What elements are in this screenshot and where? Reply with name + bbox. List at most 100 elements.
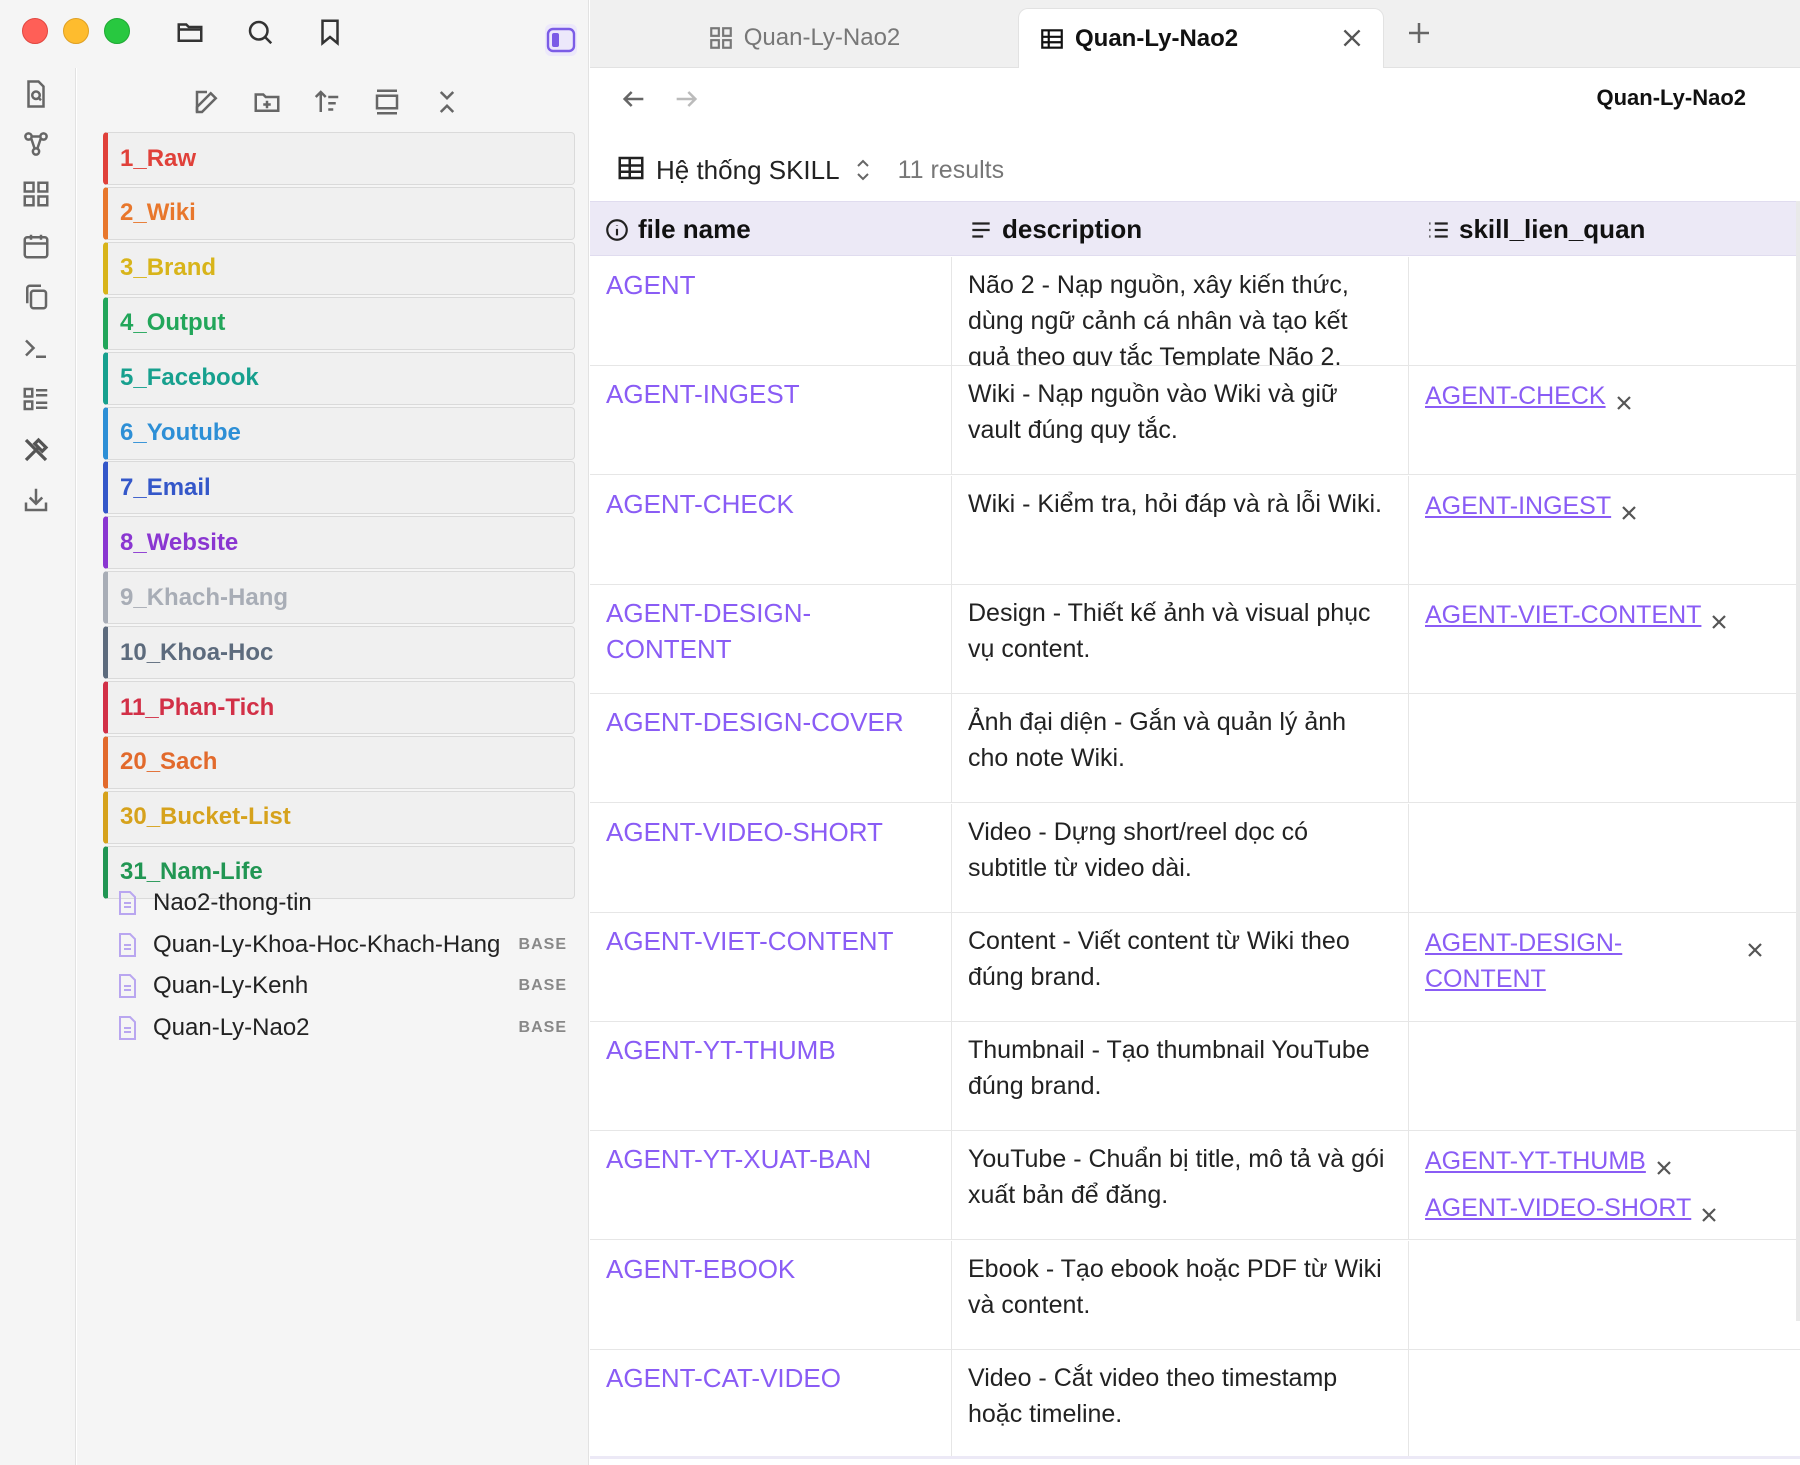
description-cell[interactable]: Ảnh đại diện - Gắn và quản lý ảnh cho no… bbox=[952, 694, 1409, 804]
skill-cell[interactable]: AGENT-INGEST bbox=[1409, 476, 1800, 585]
search-icon[interactable] bbox=[242, 14, 278, 50]
calendar-icon[interactable] bbox=[18, 228, 54, 264]
note-item[interactable]: Quan-Ly-Kenh BASE bbox=[115, 966, 575, 1006]
folder-item[interactable]: 1_Raw bbox=[103, 132, 575, 185]
import-icon[interactable] bbox=[18, 482, 54, 518]
skill-cell[interactable] bbox=[1409, 694, 1800, 803]
description-cell[interactable]: Não 2 - Nạp nguồn, xây kiến thức, dùng n… bbox=[952, 257, 1409, 366]
file-name-link[interactable]: AGENT-VIET-CONTENT bbox=[606, 923, 935, 959]
remove-skill-icon[interactable] bbox=[1614, 387, 1634, 411]
description-cell[interactable]: Wiki - Kiểm tra, hỏi đáp và rà lỗi Wiki. bbox=[952, 475, 1409, 585]
skill-cell[interactable] bbox=[1409, 1350, 1800, 1459]
skill-link[interactable]: AGENT-VIET-CONTENT bbox=[1425, 597, 1701, 633]
file-name-link[interactable]: AGENT-CAT-VIDEO bbox=[606, 1360, 935, 1396]
column-header-description[interactable]: description bbox=[968, 202, 1142, 257]
list-icon[interactable] bbox=[18, 381, 54, 417]
file-name-cell[interactable]: AGENT-DESIGN-COVER bbox=[590, 694, 952, 804]
file-search-icon[interactable] bbox=[18, 76, 54, 112]
column-header-file-name[interactable]: file name bbox=[604, 202, 751, 257]
skill-link[interactable]: AGENT-CHECK bbox=[1425, 378, 1606, 414]
remove-skill-icon[interactable] bbox=[1745, 934, 1765, 957]
minimize-window-button[interactable] bbox=[63, 18, 89, 44]
file-name-cell[interactable]: AGENT-DESIGN-CONTENT bbox=[590, 584, 952, 694]
folder-item[interactable]: 5_Facebook bbox=[103, 351, 575, 405]
remove-skill-icon[interactable] bbox=[1619, 497, 1639, 520]
zoom-window-button[interactable] bbox=[104, 18, 130, 44]
new-note-icon[interactable] bbox=[189, 84, 225, 120]
collapse-all-icon[interactable] bbox=[429, 84, 465, 120]
column-header-skill-lien-quan[interactable]: skill_lien_quan bbox=[1425, 202, 1645, 257]
note-item[interactable]: Nao2-thong-tin bbox=[115, 883, 575, 923]
graph-view-icon[interactable] bbox=[18, 126, 54, 162]
file-name-cell[interactable]: AGENT bbox=[590, 257, 952, 366]
file-name-cell[interactable]: AGENT-YT-XUAT-BAN bbox=[590, 1131, 952, 1241]
scrollbar[interactable] bbox=[1796, 201, 1800, 1321]
sidebar-toggle-icon[interactable] bbox=[545, 24, 577, 56]
tab-quan-ly-nao2-inactive[interactable]: Quan-Ly-Nao2 bbox=[590, 8, 1018, 68]
file-name-link[interactable]: AGENT-EBOOK bbox=[606, 1251, 935, 1287]
skill-cell[interactable] bbox=[1409, 1022, 1800, 1131]
file-name-cell[interactable]: AGENT-VIET-CONTENT bbox=[590, 912, 952, 1022]
skill-cell[interactable] bbox=[1409, 804, 1800, 913]
file-name-cell[interactable]: AGENT-VIDEO-SHORT bbox=[590, 803, 952, 913]
description-cell[interactable]: Thumbnail - Tạo thumbnail YouTube đúng b… bbox=[952, 1022, 1409, 1132]
description-cell[interactable]: Design - Thiết kế ảnh và visual phục vụ … bbox=[952, 584, 1409, 694]
bookmark-icon[interactable] bbox=[312, 14, 348, 50]
description-cell[interactable]: Wiki - Nạp nguồn vào Wiki và giữ vault đ… bbox=[952, 366, 1409, 476]
new-folder-icon[interactable] bbox=[249, 84, 285, 120]
folder-item[interactable]: 20_Sach bbox=[103, 735, 575, 789]
remove-skill-icon[interactable] bbox=[1709, 606, 1729, 629]
tab-quan-ly-nao2-active[interactable]: Quan-Ly-Nao2 bbox=[1018, 8, 1384, 68]
close-tab-icon[interactable] bbox=[1339, 25, 1365, 51]
close-window-button[interactable] bbox=[22, 18, 48, 44]
description-cell[interactable]: Ebook - Tạo ebook hoặc PDF từ Wiki và co… bbox=[952, 1240, 1409, 1350]
remove-skill-icon[interactable] bbox=[1699, 1199, 1719, 1223]
note-item[interactable]: Quan-Ly-Khoa-Hoc-Khach-Hang BASE bbox=[115, 925, 575, 965]
folder-item[interactable]: 10_Khoa-Hoc bbox=[103, 626, 575, 680]
folder-item[interactable]: 11_Phan-Tich bbox=[103, 681, 575, 734]
skill-cell[interactable]: AGENT-YT-THUMB AGENT-VIDEO-SHORT bbox=[1409, 1131, 1800, 1240]
folder-item[interactable]: 6_Youtube bbox=[103, 406, 575, 460]
file-name-cell[interactable]: AGENT-CAT-VIDEO bbox=[590, 1350, 952, 1459]
file-name-link[interactable]: AGENT-VIDEO-SHORT bbox=[606, 814, 935, 850]
remove-skill-icon[interactable] bbox=[1654, 1152, 1674, 1176]
skill-cell[interactable] bbox=[1409, 1241, 1800, 1350]
file-name-link[interactable]: AGENT bbox=[606, 267, 935, 303]
file-name-link[interactable]: AGENT-CHECK bbox=[606, 486, 935, 522]
skill-cell[interactable] bbox=[1409, 257, 1800, 366]
skill-link[interactable]: AGENT-INGEST bbox=[1425, 488, 1611, 524]
terminal-icon[interactable] bbox=[18, 330, 54, 366]
description-cell[interactable]: Video - Cắt video theo timestamp hoặc ti… bbox=[952, 1350, 1409, 1459]
folder-item[interactable]: 2_Wiki bbox=[103, 186, 575, 240]
file-name-link[interactable]: AGENT-YT-XUAT-BAN bbox=[606, 1141, 935, 1177]
file-name-link[interactable]: AGENT-YT-THUMB bbox=[606, 1032, 935, 1068]
file-name-link[interactable]: AGENT-INGEST bbox=[606, 376, 935, 412]
description-cell[interactable]: Video - Dựng short/reel dọc có subtitle … bbox=[952, 803, 1409, 913]
folder-item[interactable]: 4_Output bbox=[103, 296, 575, 350]
skill-cell[interactable]: AGENT-DESIGN-CONTENT bbox=[1409, 913, 1800, 1022]
file-name-cell[interactable]: AGENT-CHECK bbox=[590, 475, 952, 585]
auto-reveal-icon[interactable] bbox=[369, 84, 405, 120]
skill-link[interactable]: AGENT-YT-THUMB bbox=[1425, 1143, 1646, 1179]
description-cell[interactable]: Content - Viết content từ Wiki theo đúng… bbox=[952, 912, 1409, 1022]
description-cell[interactable]: YouTube - Chuẩn bị title, mô tả và gói x… bbox=[952, 1131, 1409, 1241]
tools-icon[interactable] bbox=[18, 432, 54, 468]
folder-item[interactable]: 3_Brand bbox=[103, 241, 575, 295]
note-item[interactable]: Quan-Ly-Nao2 BASE bbox=[115, 1008, 575, 1048]
skill-cell[interactable]: AGENT-VIET-CONTENT bbox=[1409, 585, 1800, 694]
folder-item[interactable]: 8_Website bbox=[103, 516, 575, 570]
back-arrow-icon[interactable] bbox=[616, 81, 652, 117]
copy-icon[interactable] bbox=[18, 279, 54, 315]
file-name-link[interactable]: AGENT-DESIGN-CONTENT bbox=[606, 595, 935, 667]
new-tab-icon[interactable] bbox=[1402, 16, 1436, 50]
forward-arrow-icon[interactable] bbox=[668, 81, 704, 117]
file-name-cell[interactable]: AGENT-EBOOK bbox=[590, 1240, 952, 1350]
base-view-selector[interactable]: Hệ thống SKILL bbox=[656, 155, 840, 186]
skill-link[interactable]: AGENT-VIDEO-SHORT bbox=[1425, 1190, 1691, 1226]
file-name-cell[interactable]: AGENT-YT-THUMB bbox=[590, 1022, 952, 1132]
skill-link[interactable]: AGENT-DESIGN-CONTENT bbox=[1425, 925, 1645, 997]
file-name-cell[interactable]: AGENT-INGEST bbox=[590, 366, 952, 476]
folder-icon[interactable] bbox=[172, 14, 208, 50]
file-name-link[interactable]: AGENT-DESIGN-COVER bbox=[606, 704, 935, 740]
skill-cell[interactable]: AGENT-CHECK bbox=[1409, 366, 1800, 475]
